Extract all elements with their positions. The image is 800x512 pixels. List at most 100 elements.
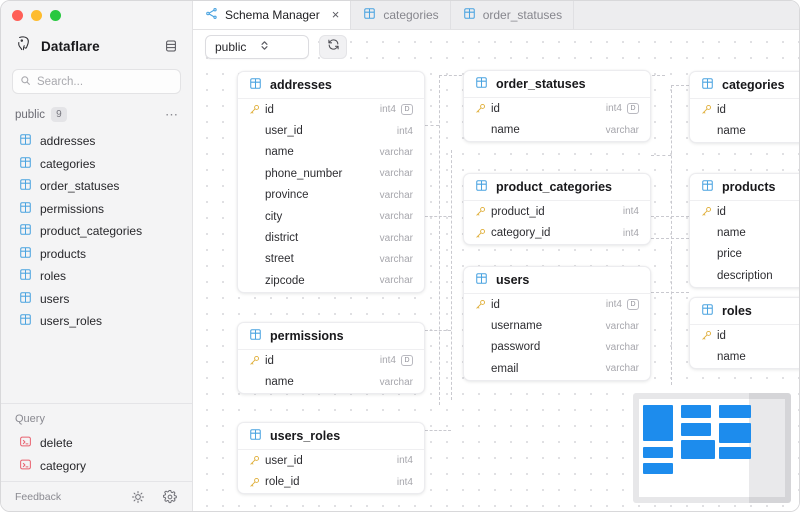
table-icon	[19, 133, 32, 149]
column-name: email	[491, 362, 519, 375]
sidebar-item-users_roles[interactable]: users_roles	[1, 310, 192, 333]
sidebar-item-products[interactable]: products	[1, 243, 192, 266]
column-row[interactable]: user_id int4	[238, 450, 424, 471]
column-row[interactable]: province varchar	[238, 185, 424, 206]
column-row[interactable]: city varchar	[238, 206, 424, 227]
search-container: Search...	[1, 63, 192, 98]
column-row[interactable]: namevarchar	[238, 371, 424, 392]
schema-icon	[205, 7, 218, 23]
table-node-header[interactable]: roles	[690, 298, 799, 325]
table-node-header[interactable]: order_statuses	[464, 71, 650, 98]
tab-order_statuses[interactable]: order_statuses	[450, 1, 575, 29]
column-type: varchar	[605, 363, 639, 375]
column-row[interactable]: phone_number varchar	[238, 163, 424, 184]
sidebar-item-addresses[interactable]: addresses	[1, 130, 192, 153]
column-row[interactable]: id int4 D	[464, 294, 650, 315]
column-row[interactable]: namevarchar	[238, 142, 424, 163]
table-node-product_categories[interactable]: product_categories product_id int4 category…	[463, 173, 651, 245]
sidebar-item-permissions[interactable]: permissions	[1, 198, 192, 221]
minimap[interactable]	[633, 393, 791, 503]
query-item-delete[interactable]: delete	[1, 431, 192, 454]
close-icon[interactable]: ×	[332, 8, 340, 21]
column-row[interactable]: email varchar	[464, 358, 650, 379]
sidebar-item-categories[interactable]: categories	[1, 153, 192, 176]
column-row[interactable]: role_id int4	[238, 471, 424, 492]
sidebar-item-order_statuses[interactable]: order_statuses	[1, 175, 192, 198]
table-node-users_roles[interactable]: users_roles user_id int4 role_id int4	[237, 422, 425, 494]
column-row[interactable]: descriptionvarchar	[690, 265, 799, 286]
table-node-header[interactable]: addresses	[238, 72, 424, 99]
column-row[interactable]: username varchar	[464, 315, 650, 336]
key-icon	[475, 103, 491, 114]
column-name: name	[717, 351, 746, 364]
tab-label: categories	[383, 8, 439, 22]
query-item-category[interactable]: category	[1, 454, 192, 477]
column-name: username	[491, 320, 543, 333]
column-type: varchar	[379, 211, 413, 223]
table-node-header[interactable]: permissions	[238, 323, 424, 350]
tab-bar: Schema Manager × categories order_statuses	[193, 1, 799, 30]
schema-more-icon[interactable]: ⋯	[165, 108, 179, 121]
query-section: Query delete category	[1, 403, 192, 481]
table-node-permissions[interactable]: permissions id int4 Dname varchar	[237, 322, 425, 394]
gear-icon[interactable]	[161, 488, 179, 506]
schema-header[interactable]: public 9 ⋯	[1, 98, 192, 128]
table-node-users[interactable]: users id int4 Dusername varchar password varch…	[463, 266, 651, 381]
tab-schema-manager[interactable]: Schema Manager ×	[193, 1, 352, 29]
column-row[interactable]: id int4 D	[464, 98, 650, 119]
close-window-button[interactable]	[12, 9, 23, 21]
column-row[interactable]: password varchar	[464, 337, 650, 358]
column-row[interactable]: namevarchar	[690, 222, 799, 243]
sidebar-item-users[interactable]: users	[1, 288, 192, 311]
table-node-header[interactable]: categories	[690, 72, 799, 99]
table-icon	[19, 156, 32, 172]
relationship-edge	[651, 292, 689, 293]
column-row[interactable]: street varchar	[238, 249, 424, 270]
feedback-link[interactable]: Feedback	[15, 491, 115, 503]
table-node-header[interactable]: product_categories	[464, 174, 650, 201]
table-node-addresses[interactable]: addresses id int4 Duser_id int4 name varchar ph…	[237, 71, 425, 293]
tab-categories[interactable]: categories	[351, 1, 451, 29]
sidebar-item-roles[interactable]: roles	[1, 265, 192, 288]
column-row[interactable]: namevarchar	[690, 346, 799, 367]
table-node-products[interactable]: productsidint4namevarcharpricevarchardes…	[689, 173, 799, 288]
column-row[interactable]: category_id int4	[464, 222, 650, 243]
column-type: varchar	[605, 124, 639, 136]
sidebar-item-label: users	[40, 291, 70, 306]
column-row[interactable]: idint4	[690, 325, 799, 346]
minimize-window-button[interactable]	[31, 9, 42, 21]
column-row[interactable]: idint4	[690, 201, 799, 222]
table-icon	[19, 313, 32, 329]
table-node-header[interactable]: products	[690, 174, 799, 201]
minimap-viewport[interactable]	[749, 393, 791, 503]
schema-select[interactable]: public	[205, 34, 309, 59]
column-row[interactable]: idint4	[690, 99, 799, 120]
brand-name: Dataflare	[41, 38, 100, 54]
table-node-header[interactable]: users	[464, 267, 650, 294]
sun-icon[interactable]	[129, 488, 147, 506]
column-row[interactable]: id int4 D	[238, 99, 424, 120]
column-row[interactable]: namevarchar	[690, 120, 799, 141]
schema-canvas[interactable]: addresses id int4 Duser_id int4 name varchar ph…	[193, 30, 799, 511]
zoom-window-button[interactable]	[50, 9, 61, 21]
sidebar-item-product_categories[interactable]: product_categories	[1, 220, 192, 243]
column-row[interactable]: product_id int4	[464, 201, 650, 222]
table-node-order_statuses[interactable]: order_statuses id int4 Dname varchar	[463, 70, 651, 142]
search-input[interactable]: Search...	[12, 69, 181, 94]
column-row[interactable]: pricevarchar	[690, 244, 799, 265]
column-row[interactable]: user_id int4	[238, 120, 424, 141]
table-node-header[interactable]: users_roles	[238, 423, 424, 450]
column-row[interactable]: id int4 D	[238, 350, 424, 371]
relationship-edge	[425, 216, 451, 217]
column-row[interactable]: district varchar	[238, 227, 424, 248]
table-node-roles[interactable]: roles idint4namevarchar	[689, 297, 799, 369]
database-stack-icon[interactable]	[162, 37, 180, 55]
column-row[interactable]: namevarchar	[464, 119, 650, 140]
refresh-button[interactable]	[319, 34, 347, 59]
column-name: id	[717, 205, 726, 218]
table-node-title: categories	[722, 78, 785, 92]
column-name: user_id	[265, 454, 303, 467]
table-node-categories[interactable]: categories idint4namevarchar	[689, 71, 799, 143]
column-row[interactable]: zipcode varchar	[238, 270, 424, 291]
column-name: name	[717, 227, 746, 240]
